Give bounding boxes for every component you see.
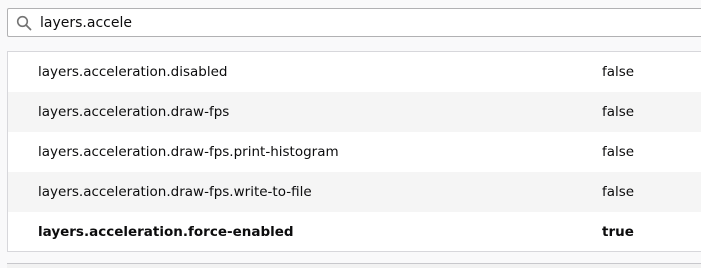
next-section-edge (7, 263, 701, 268)
preferences-table: layers.acceleration.disabled false layer… (7, 51, 701, 252)
pref-name: layers.acceleration.force-enabled (38, 224, 294, 240)
pref-name: layers.acceleration.draw-fps.write-to-fi… (38, 184, 312, 200)
about-config-page: layers.accele layers.acceleration.disabl… (0, 0, 701, 268)
search-input-value: layers.accele (40, 15, 132, 31)
pref-row-layers-acceleration-draw-fps-print-histogram[interactable]: layers.acceleration.draw-fps.print-histo… (8, 132, 701, 172)
pref-name: layers.acceleration.draw-fps.print-histo… (38, 144, 339, 160)
pref-row-layers-acceleration-draw-fps[interactable]: layers.acceleration.draw-fps false (8, 92, 701, 132)
pref-row-layers-acceleration-disabled[interactable]: layers.acceleration.disabled false (8, 52, 701, 92)
pref-name: layers.acceleration.draw-fps (38, 104, 230, 120)
pref-value[interactable]: false (602, 64, 634, 80)
search-input[interactable]: layers.accele (7, 8, 701, 37)
pref-value[interactable]: false (602, 144, 634, 160)
pref-row-layers-acceleration-force-enabled[interactable]: layers.acceleration.force-enabled true (8, 212, 701, 252)
search-icon (16, 15, 32, 31)
pref-value[interactable]: false (602, 104, 634, 120)
pref-value[interactable]: true (602, 224, 634, 240)
pref-row-layers-acceleration-draw-fps-write-to-file[interactable]: layers.acceleration.draw-fps.write-to-fi… (8, 172, 701, 212)
pref-name: layers.acceleration.disabled (38, 64, 228, 80)
pref-value[interactable]: false (602, 184, 634, 200)
